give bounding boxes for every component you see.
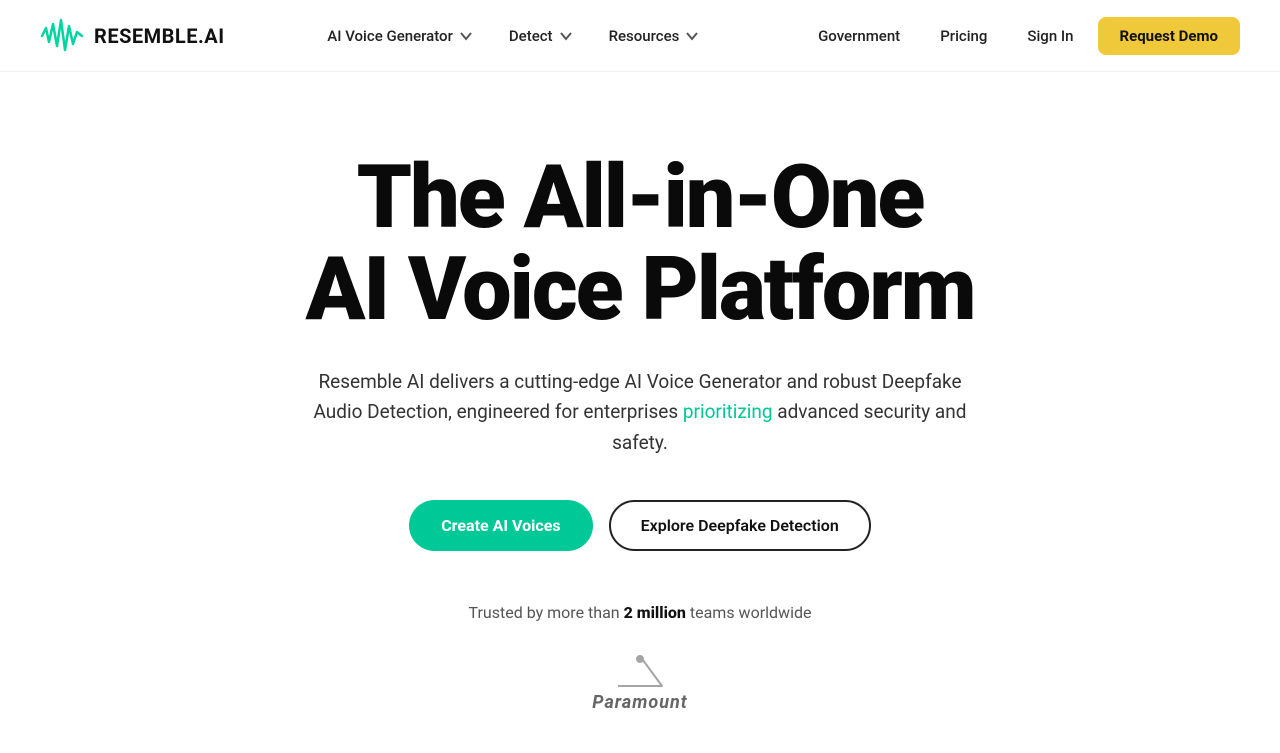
trust-bar: Trusted by more than 2 million teams wor… [469, 603, 812, 713]
hero-subtitle: Resemble AI delivers a cutting-edge AI V… [300, 367, 980, 458]
paramount-mountain-icon [610, 654, 670, 692]
chevron-down-icon [559, 29, 573, 43]
chevron-down-icon [459, 29, 473, 43]
request-demo-button[interactable]: Request Demo [1098, 17, 1241, 55]
navbar: RESEMBLE.AI AI Voice Generator Detect Re… [0, 0, 1280, 72]
explore-deepfake-detection-button[interactable]: Explore Deepfake Detection [609, 500, 871, 551]
nav-right-links: Government Pricing Sign In Request Demo [802, 17, 1240, 55]
nav-detect[interactable]: Detect [493, 19, 589, 53]
logo-text: RESEMBLE.AI [94, 24, 225, 48]
hero-title: The All-in-One AI Voice Platform [306, 152, 975, 337]
nav-sign-in[interactable]: Sign In [1011, 19, 1089, 53]
paramount-logo: Paramount [592, 654, 687, 713]
hero-section: The All-in-One AI Voice Platform Resembl… [0, 72, 1280, 753]
nav-pricing[interactable]: Pricing [924, 19, 1003, 53]
trust-text: Trusted by more than 2 million teams wor… [469, 603, 812, 622]
logo-waveform-icon [40, 14, 84, 58]
nav-resources[interactable]: Resources [593, 19, 716, 53]
logo[interactable]: RESEMBLE.AI [40, 14, 225, 58]
create-ai-voices-button[interactable]: Create AI Voices [409, 500, 592, 551]
nav-government[interactable]: Government [802, 19, 916, 53]
hero-cta-buttons: Create AI Voices Explore Deepfake Detect… [409, 500, 871, 551]
brand-logos: Paramount [592, 654, 687, 713]
nav-ai-voice-generator[interactable]: AI Voice Generator [311, 19, 489, 53]
chevron-down-icon [685, 29, 699, 43]
nav-center-links: AI Voice Generator Detect Resources [311, 19, 715, 53]
paramount-brand-name: Paramount [592, 692, 687, 713]
